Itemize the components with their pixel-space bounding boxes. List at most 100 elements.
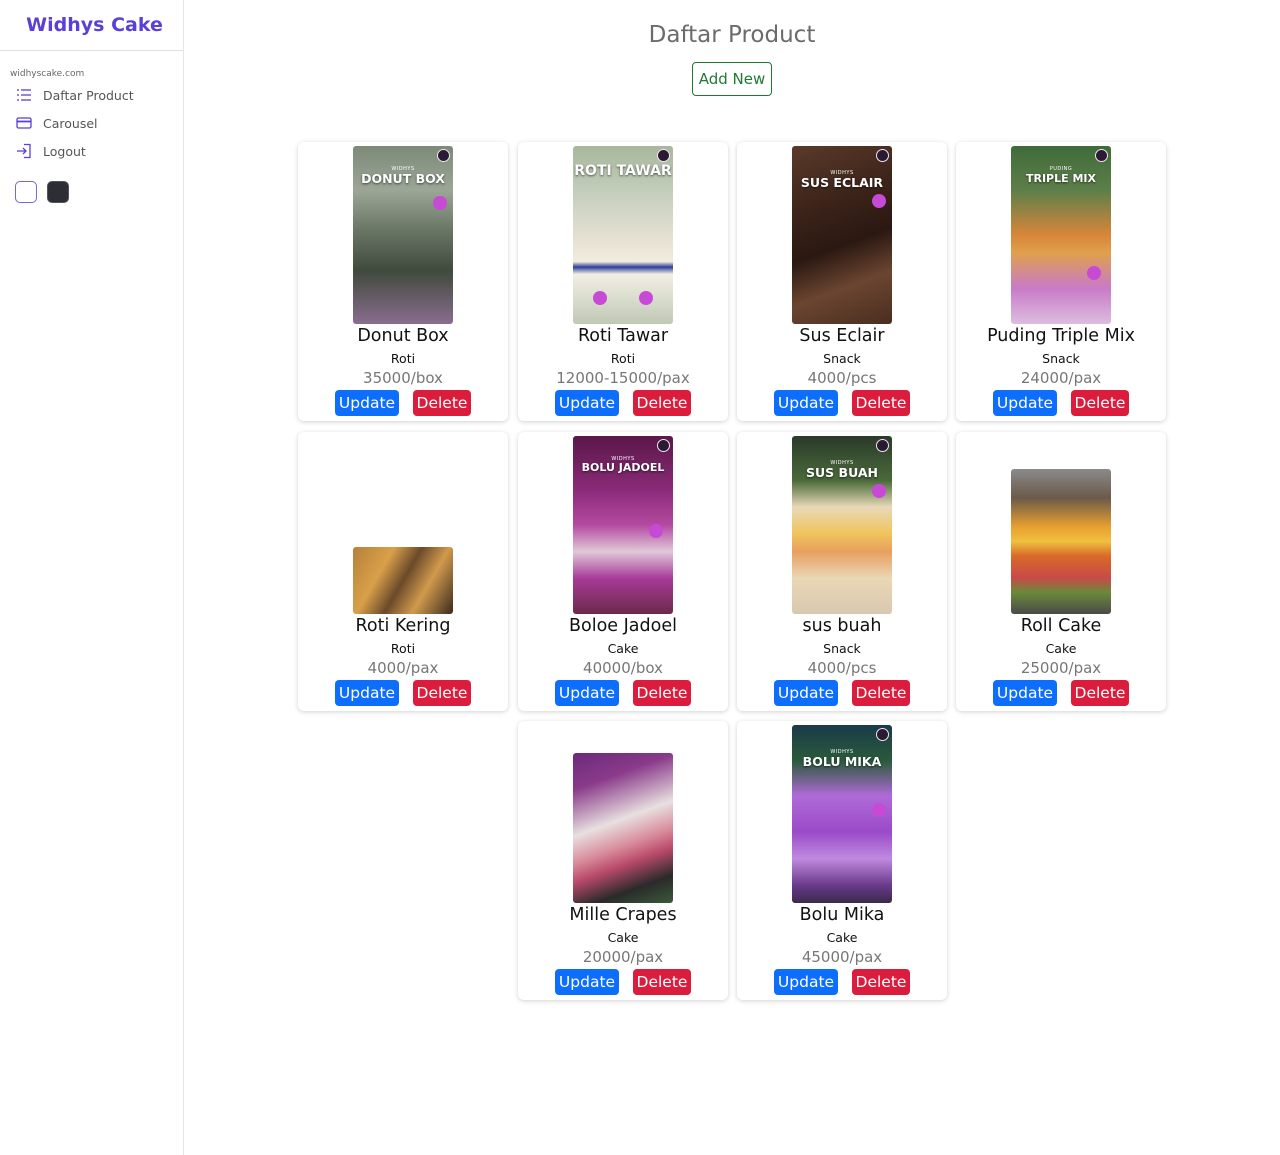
sidebar-item-label: Carousel [43,115,98,131]
product-name: Bolu Mika [799,905,885,925]
price-tag-icon [639,291,653,305]
delete-button[interactable]: Delete [633,680,691,706]
product-card: PUDING TRIPLE MIX Puding Triple Mix Snac… [956,142,1166,421]
product-category: Roti [610,351,636,366]
product-image [353,547,453,614]
product-card: Roti Kering Roti 4000/pax Update Delete [298,432,508,711]
brand-seal-icon [657,149,670,162]
product-card: WIDHYS DONUT BOX Donut Box Roti 35000/bo… [298,142,508,421]
product-name: sus buah [802,616,882,636]
product-category: Cake [826,930,858,945]
update-button[interactable]: Update [774,390,838,416]
delete-button[interactable]: Delete [852,390,910,416]
product-image: PUDING TRIPLE MIX [1011,146,1111,324]
product-category: Snack [1042,351,1080,366]
list-icon [16,87,32,103]
delete-button[interactable]: Delete [413,390,471,416]
delete-button[interactable]: Delete [852,969,910,995]
sidebar-item-carousel[interactable]: Carousel [0,109,183,137]
sidebar-item-label: Logout [43,143,86,159]
sidebar-item-label: Daftar Product [43,87,134,103]
product-name: Boloe Jadoel [569,616,677,636]
dark-theme-button[interactable] [47,181,69,203]
delete-button[interactable]: Delete [852,680,910,706]
delete-button[interactable]: Delete [1071,390,1129,416]
product-image: WIDHYS SUS ECLAIR [792,146,892,324]
product-category: Snack [823,641,861,656]
price-tag-icon [649,524,663,538]
price-tag-icon [872,484,886,498]
product-card: WIDHYS BOLU MIKA Bolu Mika Cake 45000/pa… [737,721,947,1000]
update-button[interactable]: Update [993,390,1057,416]
product-name: Sus Eclair [799,326,885,346]
product-card: ROTI TAWAR Roti Tawar Roti 12000-15000/p… [518,142,728,421]
update-button[interactable]: Update [335,390,399,416]
logout-icon [16,143,32,159]
delete-button[interactable]: Delete [633,969,691,995]
product-image: ROTI TAWAR [573,146,673,324]
product-image [1011,469,1111,614]
theme-switcher [0,165,183,203]
delete-button[interactable]: Delete [413,680,471,706]
delete-button[interactable]: Delete [633,390,691,416]
product-image: WIDHYS BOLU JADOEL [573,436,673,614]
product-card: Mille Crapes Cake 20000/pax Update Delet… [518,721,728,1000]
product-price: 4000/pcs [807,659,877,677]
sidebar-item-daftar-product[interactable]: Daftar Product [0,81,183,109]
product-price: 4000/pcs [807,369,877,387]
sidebar-item-logout[interactable]: Logout [0,137,183,165]
product-category: Cake [607,641,639,656]
update-button[interactable]: Update [555,969,619,995]
product-image: WIDHYS BOLU MIKA [792,725,892,903]
update-button[interactable]: Update [555,680,619,706]
site-domain: widhyscake.com [10,69,85,79]
price-tag-icon [872,803,886,817]
update-button[interactable]: Update [335,680,399,706]
light-theme-button[interactable] [15,181,37,203]
page-title: Daftar Product [648,22,816,48]
product-price: 35000/box [363,369,443,387]
product-name: Donut Box [357,326,449,346]
product-name: Mille Crapes [569,905,677,925]
price-tag-icon [872,194,886,208]
product-price: 24000/pax [1020,369,1102,387]
product-card: WIDHYS BOLU JADOEL Boloe Jadoel Cake 400… [518,432,728,711]
update-button[interactable]: Update [555,390,619,416]
product-category: Roti [390,351,416,366]
brand-seal-icon [876,439,889,452]
delete-button[interactable]: Delete [1071,680,1129,706]
product-image: WIDHYS SUS BUAH [792,436,892,614]
product-category: Roti [390,641,416,656]
product-category: Snack [823,351,861,366]
product-price: 25000/pax [1020,659,1102,677]
product-price: 20000/pax [582,948,664,966]
update-button[interactable]: Update [993,680,1057,706]
product-card: Roll Cake Cake 25000/pax Update Delete [956,432,1166,711]
add-new-button[interactable]: Add New [692,62,772,96]
product-category: Cake [1045,641,1077,656]
product-image: WIDHYS DONUT BOX [353,146,453,324]
brand-seal-icon [1095,149,1108,162]
update-button[interactable]: Update [774,680,838,706]
price-tag-icon [593,291,607,305]
product-price: 4000/pax [367,659,439,677]
product-price: 40000/box [583,659,663,677]
brand-seal-icon [876,728,889,741]
product-card: WIDHYS SUS ECLAIR Sus Eclair Snack 4000/… [737,142,947,421]
product-image [573,753,673,903]
credit-card-icon [16,115,32,131]
product-price: 12000-15000/pax [556,369,690,387]
product-price: 45000/pax [801,948,883,966]
brand-seal-icon [437,149,450,162]
product-name: Roti Kering [355,616,451,636]
product-name: Roti Tawar [577,326,669,346]
price-tag-icon [1087,266,1101,280]
brand-seal-icon [657,439,670,452]
sidebar: Widhys Cake widhyscake.com Daftar Produc… [0,0,184,1155]
update-button[interactable]: Update [774,969,838,995]
product-name: Roll Cake [1020,616,1102,636]
brand-title[interactable]: Widhys Cake [0,0,183,51]
product-name: Puding Triple Mix [987,326,1135,346]
product-category: Cake [607,930,639,945]
brand-seal-icon [876,149,889,162]
